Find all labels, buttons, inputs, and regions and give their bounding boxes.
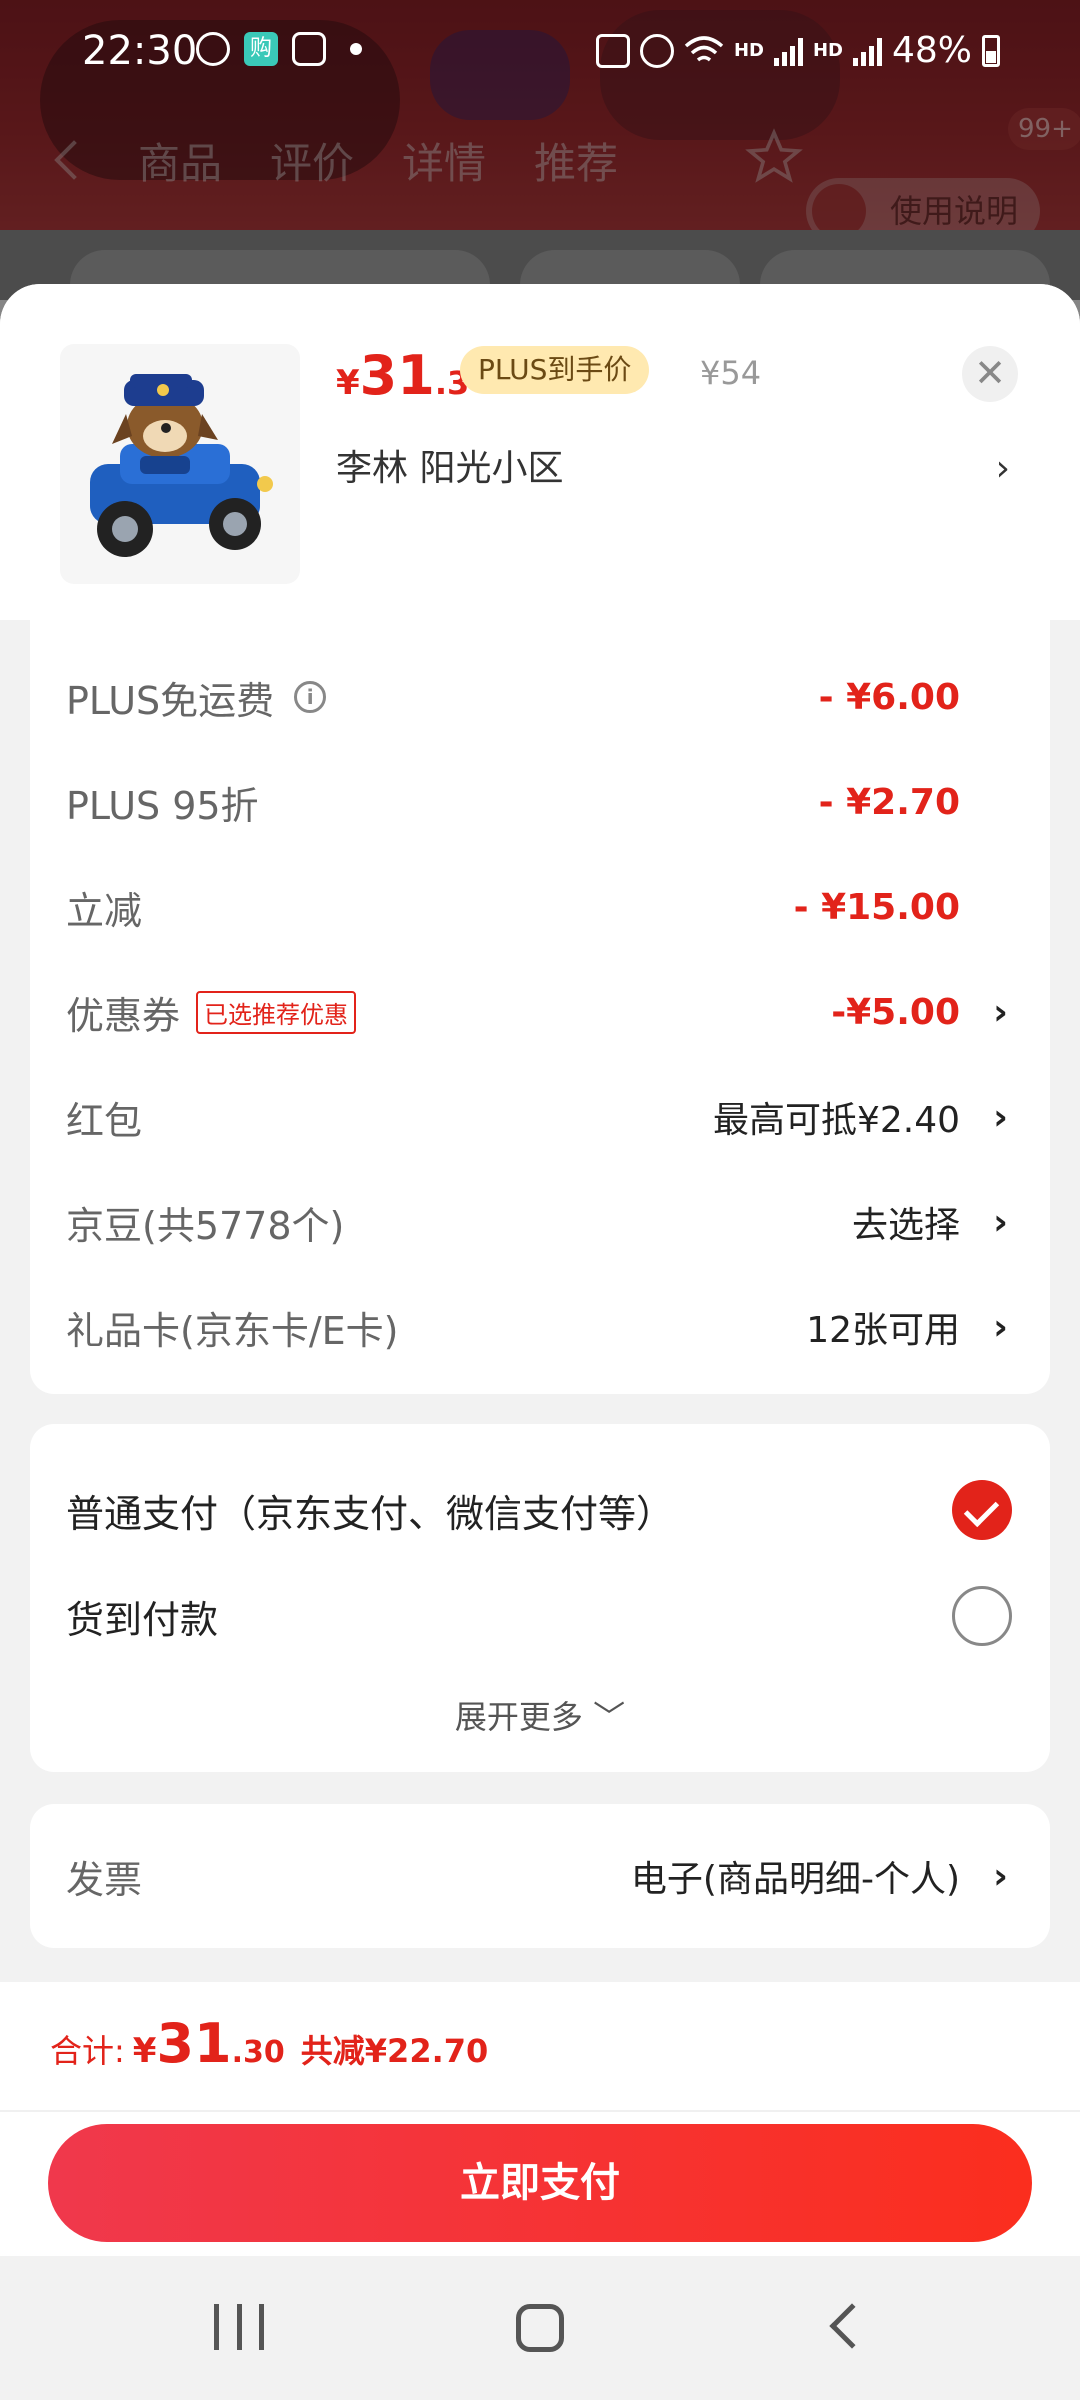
plus-price-tag: PLUS到手价 — [460, 346, 650, 394]
back-icon[interactable] — [829, 2303, 875, 2349]
discount-row-jd-beans[interactable]: 京豆(共5778个) 去选择 › — [66, 1177, 1014, 1267]
discount-label: 立减 — [66, 888, 143, 933]
payment-option-normal[interactable]: 普通支付（京东支付、微信支付等） — [66, 1460, 1014, 1560]
status-notifications: 购 — [196, 32, 362, 66]
status-bar: 22:30 购 HD HD 48% — [0, 0, 1080, 100]
info-icon[interactable]: i — [294, 681, 327, 713]
assistant-icon — [292, 32, 326, 66]
chevron-right-icon: › — [993, 1306, 1008, 1348]
discount-value: - ¥6.00 — [818, 676, 960, 718]
battery-icon — [982, 34, 1000, 67]
close-button[interactable]: ✕ — [962, 346, 1018, 402]
battery-percent: 48% — [891, 30, 972, 71]
total-decimal: .30 — [231, 2035, 285, 2070]
discount-row-plus-shipping: PLUS免运费 i - ¥6.00 — [66, 652, 1014, 742]
discount-row-plus-95: PLUS 95折 - ¥2.70 — [66, 757, 1014, 847]
shopping-app-icon: 购 — [244, 32, 278, 66]
product-image — [60, 344, 300, 584]
wifi-icon — [684, 35, 724, 61]
price-currency: ¥ — [336, 363, 360, 403]
chevron-right-icon: › — [995, 448, 1010, 489]
discount-label: 京豆(共5778个) — [66, 1203, 345, 1248]
discount-value: -¥5.00 — [831, 991, 960, 1033]
invoice-value: 电子(商品明细-个人) — [630, 1859, 960, 1900]
payment-option-cod[interactable]: 货到付款 — [66, 1566, 1014, 1666]
system-nav-bar — [0, 2256, 1080, 2400]
radio-unchecked-icon[interactable] — [952, 1586, 1012, 1646]
discount-value: 去选择 — [851, 1205, 960, 1246]
recents-icon[interactable] — [214, 2304, 264, 2350]
discount-label: 红包 — [66, 1098, 143, 1143]
discount-row-coupon[interactable]: 优惠券 已选推荐优惠 -¥5.00 › — [66, 967, 1014, 1057]
pay-now-button[interactable]: 立即支付 — [48, 2124, 1032, 2242]
total-integer: 31 — [156, 2012, 232, 2075]
invoice-label: 发票 — [66, 1857, 143, 1902]
screen: 商品 评价 详情 推荐 99+ 使用说明 22:30 购 HD HD 48% ¥… — [0, 0, 1080, 2400]
total-saving: 共减¥22.70 — [300, 2032, 489, 2070]
original-price: ¥54 — [700, 354, 762, 392]
discount-label: PLUS免运费 — [66, 678, 275, 723]
discount-row-gift-card[interactable]: 礼品卡(京东卡/E卡) 12张可用 › — [66, 1282, 1014, 1372]
discount-label: 优惠券 — [66, 993, 181, 1038]
expand-more-button[interactable]: 展开更多 ﹀ — [30, 1692, 1050, 1738]
discount-value: 最高可抵¥2.40 — [712, 1100, 960, 1141]
product-summary: ¥ 31 .3 PLUS到手价 ¥54 ✕ 李林 阳光小区 › — [0, 284, 1080, 620]
radio-checked-icon[interactable] — [952, 1480, 1012, 1540]
discount-value: 12张可用 — [806, 1310, 960, 1351]
signal-icon — [852, 36, 882, 66]
payment-card: 普通支付（京东支付、微信支付等） 货到付款 展开更多 ﹀ — [30, 1424, 1050, 1772]
status-time: 22:30 — [82, 28, 198, 74]
chevron-right-icon: › — [993, 1096, 1008, 1138]
chevron-right-icon: › — [993, 1855, 1008, 1897]
invoice-card[interactable]: 发票 电子(商品明细-个人) › — [30, 1804, 1050, 1948]
discount-row-instant: 立减 - ¥15.00 — [66, 862, 1014, 952]
discount-value: - ¥2.70 — [818, 781, 960, 823]
address-text: 李林 阳光小区 — [336, 448, 564, 489]
battery-saver-icon — [595, 33, 630, 68]
signal-icon — [773, 36, 803, 66]
checkout-sheet: ¥ 31 .3 PLUS到手价 ¥54 ✕ 李林 阳光小区 › PLUS免运费 … — [0, 284, 1080, 2400]
home-icon[interactable] — [516, 2304, 564, 2352]
delivery-address[interactable]: 李林 阳光小区 › — [336, 434, 1036, 504]
price-integer: 31 — [359, 344, 435, 407]
discount-card: PLUS免运费 i - ¥6.00 PLUS 95折 - ¥2.70 立减 - … — [30, 620, 1050, 1394]
chevron-right-icon: › — [993, 1201, 1008, 1243]
discount-row-red-packet[interactable]: 红包 最高可抵¥2.40 › — [66, 1072, 1014, 1162]
more-notifications-icon — [350, 43, 362, 55]
status-system-icons: HD HD 48% — [595, 30, 1000, 71]
discount-value: - ¥15.00 — [793, 886, 960, 928]
checkout-footer: 合计: ¥ 31 .30 共减¥22.70 立即支付 — [0, 1982, 1080, 2272]
total-currency: ¥ — [132, 2031, 157, 2071]
hd-icon: HD — [733, 40, 764, 61]
hd-icon: HD — [812, 40, 843, 61]
total-label: 合计: — [50, 2032, 125, 2070]
invoice-row[interactable]: 发票 电子(商品明细-个人) › — [66, 1831, 1014, 1921]
discount-label: PLUS 95折 — [66, 783, 259, 828]
divider — [0, 2110, 1080, 2112]
alarm-icon — [196, 32, 230, 66]
recommended-tag: 已选推荐优惠 — [196, 990, 357, 1034]
payment-label: 普通支付（京东支付、微信支付等） — [66, 1491, 675, 1536]
total-amount: 合计: ¥ 31 .30 共减¥22.70 — [50, 2012, 488, 2092]
discount-label: 礼品卡(京东卡/E卡) — [66, 1308, 399, 1353]
payment-label: 货到付款 — [66, 1597, 219, 1642]
chevron-right-icon: › — [993, 991, 1008, 1033]
final-price: ¥ 31 .3 — [336, 344, 469, 414]
alarm-icon — [639, 33, 674, 68]
